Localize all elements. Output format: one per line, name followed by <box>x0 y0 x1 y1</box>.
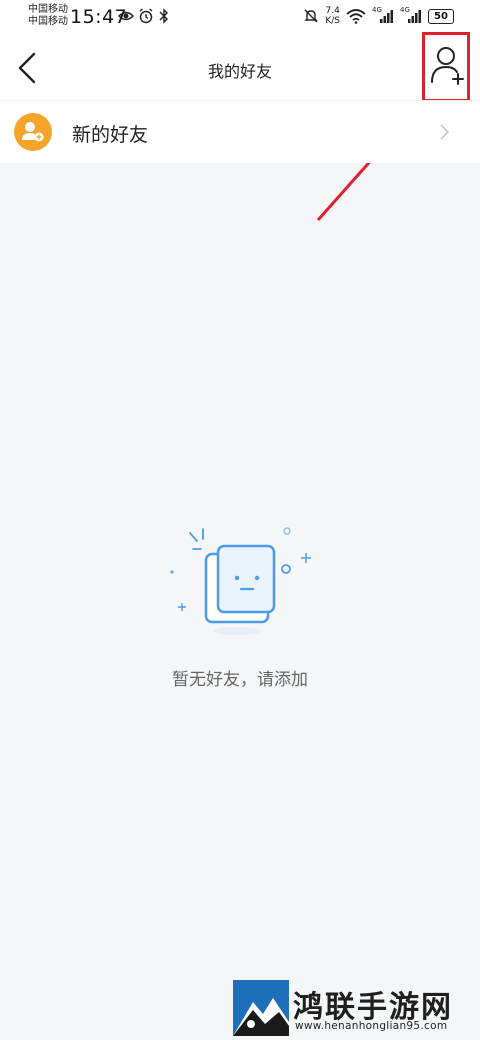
mountain-logo-icon <box>233 980 289 1036</box>
net-speed: 7.4 K/S <box>325 6 340 26</box>
net-speed-unit: K/S <box>325 16 340 26</box>
alarm-icon <box>139 8 153 24</box>
empty-friends-illustration <box>170 527 311 635</box>
net-speed-value: 7.4 <box>325 6 340 16</box>
status-icons-right: 7.4 K/S 4G 4G 50 <box>303 6 454 26</box>
new-friends-label: 新的好友 <box>72 124 149 146</box>
signal-bars-icon <box>408 10 421 23</box>
chevron-right-icon <box>440 124 450 140</box>
eye-icon <box>118 11 134 21</box>
wifi-icon <box>346 9 366 24</box>
carrier-2: 中国移动 <box>28 16 68 27</box>
friends-icon <box>22 122 44 142</box>
signal-bars-icon <box>380 10 393 23</box>
site-watermark: 鸿联手游网 www.henanhonglian95.com <box>233 980 473 1036</box>
annotation-highlight-box <box>422 32 470 102</box>
empty-state-message: 暂无好友，请添加 <box>172 670 308 690</box>
signal-1: 4G <box>372 6 394 24</box>
page-title: 我的好友 <box>207 62 272 81</box>
watermark-url: www.henanhonglian95.com <box>295 1020 448 1032</box>
bluetooth-icon <box>159 8 168 24</box>
new-friends-row[interactable]: 新的好友 <box>0 100 480 163</box>
battery-indicator: 50 <box>428 8 454 24</box>
new-friends-avatar <box>14 113 52 151</box>
status-bar: 中国移动 中国移动 15:47 7.4 K/S 4G 4G 50 <box>0 0 480 36</box>
mute-bell-icon <box>304 9 319 23</box>
carrier-1: 中国移动 <box>28 4 68 15</box>
status-icons-left <box>118 8 170 24</box>
signal-2: 4G <box>400 6 422 24</box>
carrier-info: 中国移动 中国移动 <box>28 4 68 28</box>
nav-bar: 我的好友 <box>0 36 480 100</box>
